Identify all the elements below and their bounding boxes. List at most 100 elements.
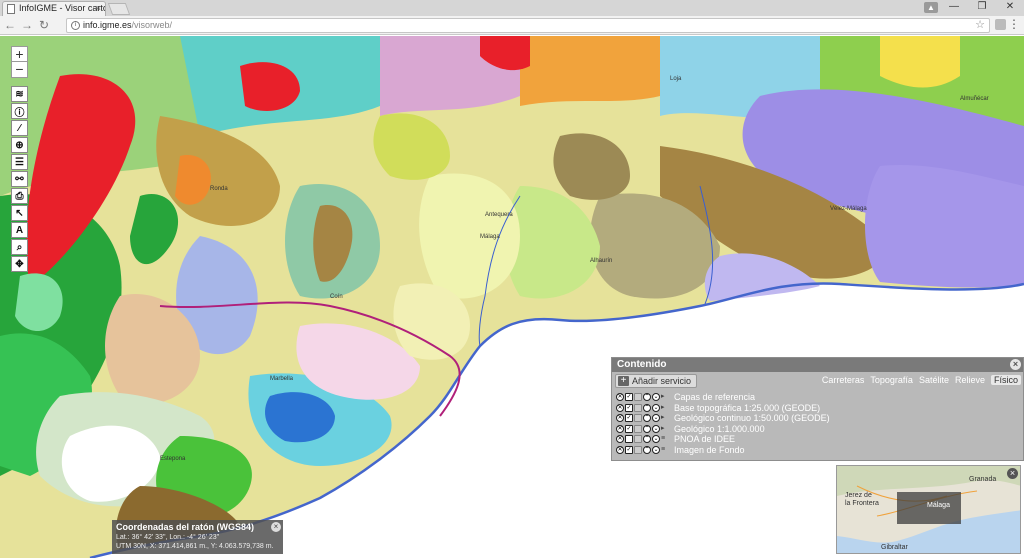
layer-properties-icon[interactable] [634, 435, 642, 444]
move-up-icon[interactable]: ⌃ [643, 445, 651, 454]
close-icon[interactable]: × [271, 522, 281, 532]
mouse-coordinates-panel: Coordenadas del ratón (WGS84) Lat.: 36° … [112, 520, 283, 554]
overview-label: Jerez de la Frontera [845, 492, 879, 507]
layer-properties-icon[interactable] [634, 393, 642, 402]
url-path: /visorweb/ [131, 20, 173, 30]
add-service-button[interactable]: + Añadir servicio [615, 374, 698, 388]
select-icon[interactable]: ↖ [11, 205, 28, 221]
legend-icon[interactable]: ☰ [11, 154, 28, 170]
move-up-icon[interactable]: ⌃ [643, 414, 651, 423]
close-window-button[interactable]: ✕ [996, 0, 1024, 16]
text-icon[interactable]: A [11, 222, 28, 238]
user-profile-icon[interactable]: ▲ [924, 2, 938, 13]
extent-icon[interactable]: ✥ [11, 256, 28, 272]
basemap-option[interactable]: Relieve [955, 375, 985, 385]
layer-visibility-checkbox[interactable]: ✓ [625, 414, 633, 423]
move-up-icon[interactable]: ⌃ [643, 435, 651, 444]
layer-properties-icon[interactable] [634, 424, 642, 433]
back-icon[interactable]: ← [3, 18, 17, 32]
search-icon[interactable]: ⌕ [11, 239, 28, 255]
layer-properties-icon[interactable] [634, 403, 642, 412]
move-down-icon[interactable]: ⌄ [652, 403, 660, 412]
window-controls: — ❐ ✕ [940, 0, 1024, 16]
place-label: Antequera [485, 212, 513, 218]
extension-icon[interactable] [995, 19, 1006, 30]
layer-visibility-checkbox[interactable]: ✓ [625, 403, 633, 412]
move-down-icon[interactable]: ⌄ [652, 393, 660, 402]
expand-icon[interactable]: ▸ [661, 404, 665, 412]
move-down-icon[interactable]: ⌄ [652, 435, 660, 444]
reload-icon[interactable]: ↻ [37, 18, 51, 32]
expand-icon[interactable]: ▸ [661, 414, 665, 422]
address-bar[interactable]: i info.igme.es/visorweb/ ☆ [66, 18, 990, 33]
restore-button[interactable]: ❐ [968, 0, 996, 16]
tab-close-icon[interactable]: × [96, 3, 101, 13]
close-icon[interactable]: × [1010, 359, 1021, 370]
layer-row: ✕ ✓ ⌃ ⌄ ▸ Geológico continuo 1:50.000 (GEODE… [616, 413, 1019, 424]
basemap-selector: Carreteras Topografía Satélite Relieve F… [822, 375, 1021, 385]
expand-icon[interactable]: ▸ [661, 393, 665, 401]
new-tab-button[interactable] [107, 3, 131, 15]
tab-title: InfoIGME - Visor cartogr [19, 3, 105, 13]
layer-row: ✕ ✓ ⌃ ⌄ ▸ Base topográfica 1:25.000 (GEODE) [616, 403, 1019, 414]
print-icon[interactable]: ⎙ [11, 188, 28, 204]
site-info-icon[interactable]: i [71, 21, 80, 30]
layer-properties-icon[interactable] [634, 414, 642, 423]
layer-name: PNOA de IDEE [674, 434, 736, 445]
place-label: Almuñécar [960, 96, 989, 102]
close-icon[interactable]: × [1007, 468, 1018, 479]
move-up-icon[interactable]: ⌃ [643, 424, 651, 433]
expand-icon[interactable]: ≡ [661, 435, 665, 443]
basemap-option[interactable]: Topografía [870, 375, 913, 385]
zoom-out-button[interactable]: − [11, 62, 28, 78]
remove-layer-icon[interactable]: ✕ [616, 445, 624, 454]
browser-tab-strip: InfoIGME - Visor cartogr × ▲ — ❐ ✕ [0, 0, 1024, 16]
browser-tab[interactable]: InfoIGME - Visor cartogr × [2, 1, 106, 16]
browser-menu-icon[interactable]: ⋮ [1008, 17, 1020, 31]
overview-map[interactable]: Granada Jerez de la Frontera Málaga Gibr… [836, 465, 1021, 554]
share-icon[interactable]: ⚯ [11, 171, 28, 187]
minimize-button[interactable]: — [940, 0, 968, 16]
remove-layer-icon[interactable]: ✕ [616, 393, 624, 402]
remove-layer-icon[interactable]: ✕ [616, 414, 624, 423]
layer-row: ✕ ✓ ⌃ ⌄ ≡ Imagen de Fondo [616, 445, 1019, 456]
forward-icon[interactable]: → [20, 18, 34, 32]
layer-visibility-checkbox[interactable]: ✓ [625, 445, 633, 454]
expand-icon[interactable]: ≡ [661, 446, 665, 454]
basemap-option[interactable]: Carreteras [822, 375, 865, 385]
layer-visibility-checkbox[interactable]: ✓ [625, 393, 633, 402]
layer-visibility-checkbox[interactable]: ✓ [625, 424, 633, 433]
place-label: Marbella [270, 376, 294, 382]
basemap-option[interactable]: Satélite [919, 375, 949, 385]
layer-row: ✕ ⌃ ⌄ ≡ PNOA de IDEE [616, 434, 1019, 445]
move-up-icon[interactable]: ⌃ [643, 403, 651, 412]
contents-panel-title: Contenido [617, 359, 667, 370]
move-up-icon[interactable]: ⌃ [643, 393, 651, 402]
measure-icon[interactable]: ∕ [11, 120, 28, 136]
move-down-icon[interactable]: ⌄ [652, 414, 660, 423]
contents-panel: Contenido × + Añadir servicio Carreteras … [611, 357, 1024, 461]
url-host: info.igme.es [83, 20, 132, 30]
basemap-option-active[interactable]: Físico [990, 375, 1021, 385]
browser-toolbar: ← → ↻ i info.igme.es/visorweb/ ☆ ⋮ [0, 16, 1024, 35]
bookmark-star-icon[interactable]: ☆ [975, 19, 985, 32]
expand-icon[interactable]: ▸ [661, 425, 665, 433]
place-label: Vélez-Málaga [830, 206, 867, 212]
remove-layer-icon[interactable]: ✕ [616, 424, 624, 433]
layer-controls: ✕ ✓ ⌃ ⌄ ▸ [616, 403, 672, 412]
remove-layer-icon[interactable]: ✕ [616, 435, 624, 444]
layer-row: ✕ ✓ ⌃ ⌄ ▸ Geológico 1:1.000.000 [616, 424, 1019, 435]
info-icon[interactable]: ⓘ [11, 103, 28, 119]
layer-properties-icon[interactable] [634, 445, 642, 454]
move-down-icon[interactable]: ⌄ [652, 445, 660, 454]
move-down-icon[interactable]: ⌄ [652, 424, 660, 433]
layers-icon[interactable]: ≋ [11, 86, 28, 102]
zoom-in-button[interactable]: + [11, 46, 28, 62]
zoom-control: + − [11, 46, 28, 78]
remove-layer-icon[interactable]: ✕ [616, 403, 624, 412]
layer-row: ✕ ✓ ⌃ ⌄ ▸ Capas de referencia [616, 392, 1019, 403]
locate-icon[interactable]: ⊕ [11, 137, 28, 153]
place-label: Alhaurín [590, 258, 613, 264]
coordinates-utm: UTM 30N, X: 371.414,861 m., Y: 4.063.579… [116, 543, 274, 550]
layer-visibility-checkbox[interactable] [625, 435, 633, 444]
